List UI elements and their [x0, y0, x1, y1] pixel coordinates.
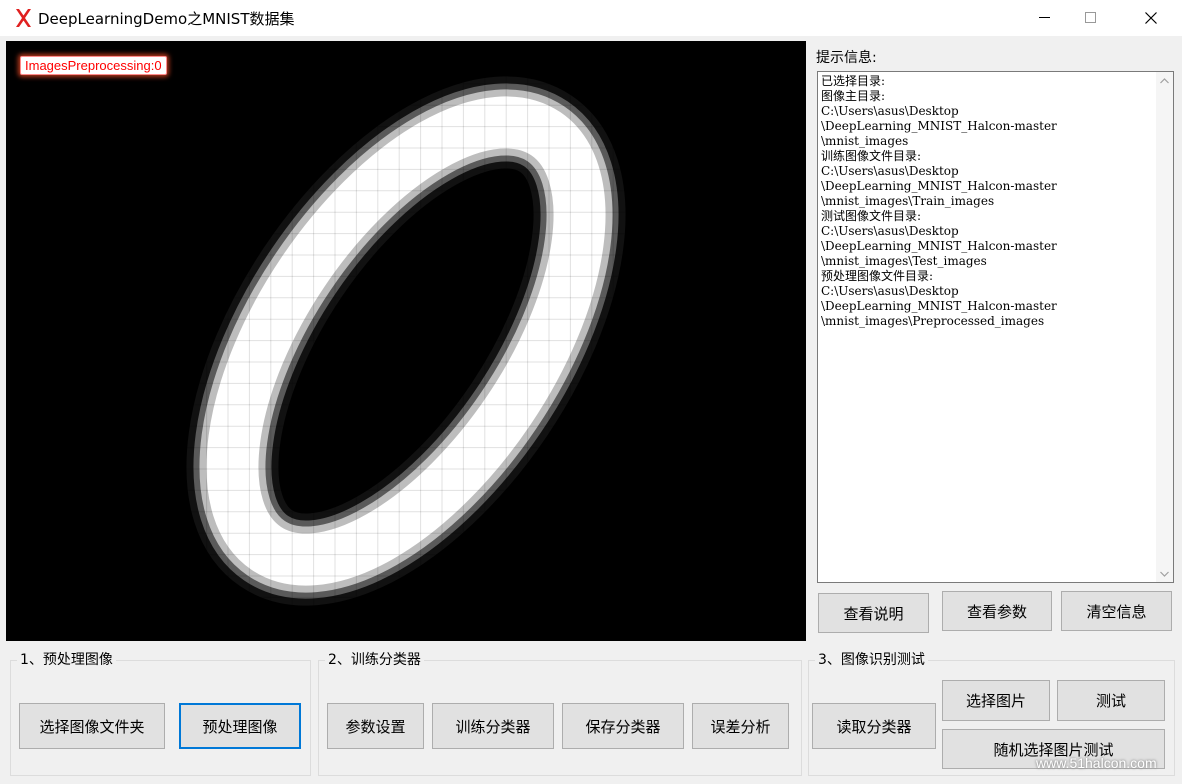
close-icon: [1145, 12, 1157, 24]
test-button[interactable]: 测试: [1057, 680, 1165, 721]
site-watermark: www.51halcon.com: [1036, 755, 1157, 771]
train-group-title: 2、训练分类器: [325, 652, 424, 668]
info-line: \mnist_images\Train_images: [821, 194, 995, 208]
title-bar: DeepLearningDemo之MNIST数据集: [0, 0, 1182, 36]
view-params-button[interactable]: 查看参数: [942, 591, 1052, 631]
info-line: 测试图像文件目录:: [821, 209, 922, 223]
info-line: \DeepLearning_MNIST_Halcon-master: [821, 119, 1057, 133]
preprocessing-status-label: ImagesPreprocessing:0: [20, 56, 167, 75]
minimize-icon: [1039, 17, 1051, 19]
info-line: \DeepLearning_MNIST_Halcon-master: [821, 239, 1057, 253]
info-line: \DeepLearning_MNIST_Halcon-master: [821, 179, 1057, 193]
app-x-icon: [14, 8, 32, 28]
info-line: C:\Users\asus\Desktop: [821, 164, 959, 178]
maximize-icon: [1085, 12, 1097, 24]
view-help-button[interactable]: 查看说明: [818, 593, 929, 633]
scroll-up-icon[interactable]: [1156, 72, 1173, 89]
preprocess-images-button[interactable]: 预处理图像: [179, 703, 301, 749]
read-classifier-button[interactable]: 读取分类器: [812, 703, 936, 749]
info-scrollbar[interactable]: [1156, 72, 1173, 582]
save-classifier-button[interactable]: 保存分类器: [562, 703, 684, 749]
close-button[interactable]: [1128, 0, 1174, 36]
info-line: 训练图像文件目录:: [821, 149, 922, 163]
info-text-content: 已选择目录: 图像主目录: C:\Users\asus\Desktop \DeepLe…: [821, 74, 1153, 329]
info-line: C:\Users\asus\Desktop: [821, 284, 959, 298]
info-line: \mnist_images\Test_images: [821, 254, 987, 268]
error-analysis-button[interactable]: 误差分析: [692, 703, 789, 749]
info-textbox[interactable]: 已选择目录: 图像主目录: C:\Users\asus\Desktop \DeepLe…: [817, 71, 1174, 583]
select-image-folder-button[interactable]: 选择图像文件夹: [19, 703, 165, 749]
minimize-button[interactable]: [1022, 0, 1068, 36]
preprocess-group-title: 1、预处理图像: [17, 652, 116, 668]
info-panel-label: 提示信息:: [816, 50, 877, 66]
test-group-title: 3、图像识别测试: [815, 652, 928, 668]
image-display[interactable]: ImagesPreprocessing:0: [6, 41, 806, 641]
info-line: \mnist_images\Preprocessed_images: [821, 314, 1045, 328]
maximize-button[interactable]: [1068, 0, 1114, 36]
mnist-digit-image: [6, 41, 806, 641]
scroll-down-icon[interactable]: [1156, 565, 1173, 582]
param-settings-button[interactable]: 参数设置: [327, 703, 424, 749]
window-title: DeepLearningDemo之MNIST数据集: [38, 10, 295, 28]
clear-info-button[interactable]: 清空信息: [1061, 591, 1172, 631]
select-image-button[interactable]: 选择图片: [942, 680, 1050, 721]
info-line: \DeepLearning_MNIST_Halcon-master: [821, 299, 1057, 313]
info-line: 预处理图像文件目录:: [821, 269, 934, 283]
info-line: C:\Users\asus\Desktop: [821, 224, 959, 238]
train-classifier-button[interactable]: 训练分类器: [432, 703, 554, 749]
info-line: C:\Users\asus\Desktop: [821, 104, 959, 118]
info-line: \mnist_images: [821, 134, 909, 148]
info-line: 已选择目录:: [821, 74, 886, 88]
info-line: 图像主目录:: [821, 89, 886, 103]
